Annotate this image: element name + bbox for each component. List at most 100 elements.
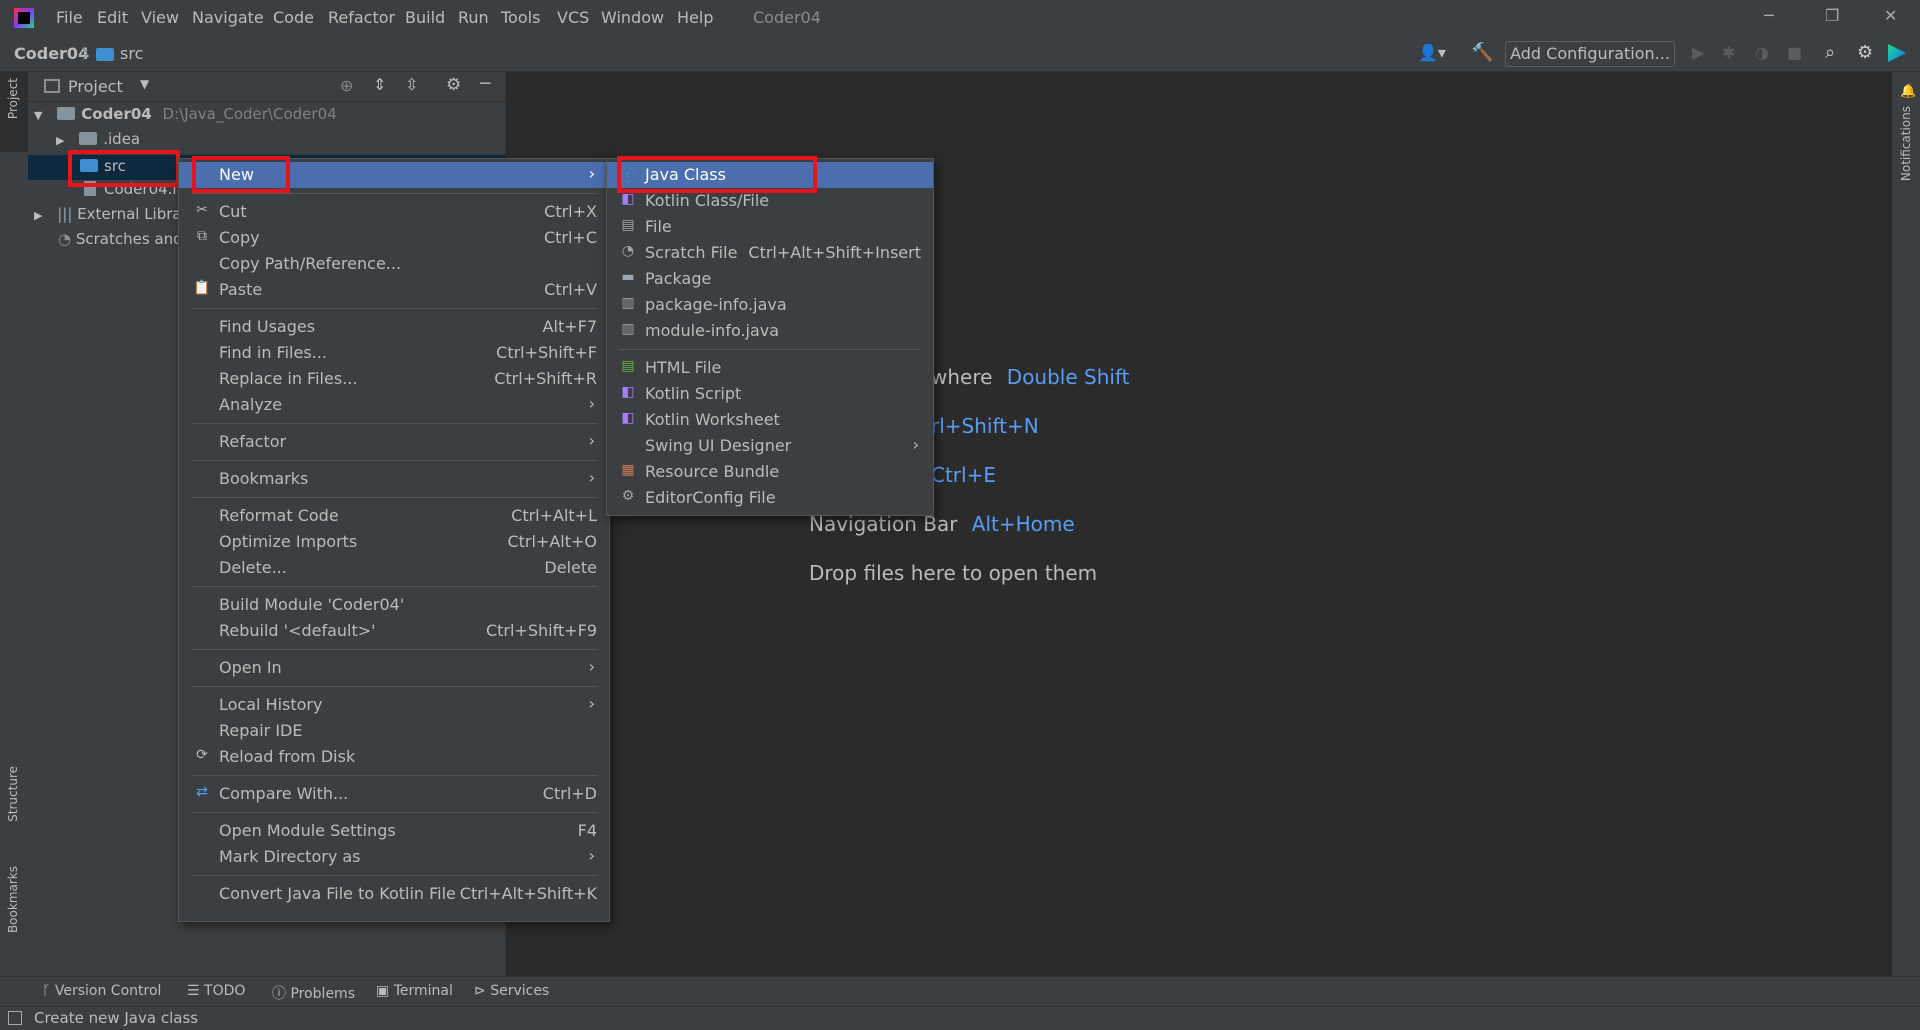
user-icon[interactable]: 👤▾ <box>1418 43 1446 62</box>
menu-item-convert-to-kotlin[interactable]: Convert Java File to Kotlin File Ctrl+Al… <box>179 881 609 907</box>
chevron-right-icon[interactable]: ▶ <box>56 134 64 147</box>
menu-item-module-settings-label: Open Module Settings <box>219 821 396 840</box>
menu-item-open-module-settings[interactable]: Open Module Settings F4 <box>179 818 609 844</box>
submenu-item-editorconfig[interactable]: ⚙ EditorConfig File <box>607 485 933 511</box>
submenu-item-package[interactable]: ▬ Package <box>607 266 933 292</box>
menu-item-find-in-files[interactable]: Find in Files... Ctrl+Shift+F <box>179 340 609 366</box>
menu-window[interactable]: Window <box>601 8 664 27</box>
menu-vcs[interactable]: VCS <box>557 8 589 27</box>
tree-row-external-libraries[interactable]: ▶ ||| External Libra <box>34 205 182 230</box>
services-tab[interactable]: ⊳ Services <box>474 983 549 999</box>
submenu-item-resource-bundle[interactable]: ▦ Resource Bundle <box>607 459 933 485</box>
menu-run[interactable]: Run <box>458 8 489 27</box>
gear-icon[interactable]: ⚙ <box>446 75 461 95</box>
chevron-down-icon[interactable]: ▼ <box>34 109 42 122</box>
terminal-tab[interactable]: ▣ Terminal <box>376 983 453 999</box>
menu-view[interactable]: View <box>141 8 179 27</box>
menu-item-repair-ide[interactable]: Repair IDE <box>179 718 609 744</box>
menu-item-copy-path[interactable]: Copy Path/Reference... <box>179 251 609 277</box>
structure-tool-tab[interactable]: Structure <box>0 762 28 842</box>
menu-item-cut[interactable]: ✂ Cut Ctrl+X <box>179 199 609 225</box>
menu-item-find-usages[interactable]: Find Usages Alt+F7 <box>179 314 609 340</box>
menu-item-refactor[interactable]: Refactor › <box>179 429 609 455</box>
menu-item-mark-directory-as[interactable]: Mark Directory as › <box>179 844 609 870</box>
breadcrumb-project[interactable]: Coder04 <box>14 44 89 63</box>
submenu-item-kotlin-worksheet[interactable]: ◧ Kotlin Worksheet <box>607 407 933 433</box>
submenu-item-kotlin-script[interactable]: ◧ Kotlin Script <box>607 381 933 407</box>
debug-icon[interactable]: ✱ <box>1722 43 1735 62</box>
breadcrumb-folder[interactable]: src <box>120 44 143 63</box>
menu-navigate[interactable]: Navigate <box>192 8 264 27</box>
notifications-bell-icon[interactable]: 🔔 <box>1900 84 1916 99</box>
branch-icon: ᚴ <box>42 983 55 999</box>
menu-item-open-in[interactable]: Open In › <box>179 655 609 681</box>
menu-tools[interactable]: Tools <box>501 8 540 27</box>
menu-item-copy[interactable]: ⧉ Copy Ctrl+C <box>179 225 609 251</box>
chevron-right-icon[interactable]: ▶ <box>34 209 42 222</box>
menu-build[interactable]: Build <box>405 8 445 27</box>
submenu-item-file[interactable]: ▤ File <box>607 214 933 240</box>
menu-item-build-module-label: Build Module 'Coder04' <box>219 595 405 614</box>
run-icon[interactable]: ▶ <box>1692 43 1704 62</box>
menu-item-replace-in-files[interactable]: Replace in Files... Ctrl+Shift+R <box>179 366 609 392</box>
menu-item-local-history[interactable]: Local History › <box>179 692 609 718</box>
restore-icon[interactable]: ❐ <box>1825 6 1839 25</box>
bookmarks-tool-tab[interactable]: Bookmarks <box>0 862 28 962</box>
submenu-item-swing-ui-designer[interactable]: Swing UI Designer › <box>607 433 933 459</box>
status-toggle-icon[interactable] <box>8 1011 22 1025</box>
jetbrains-toolbox-icon[interactable] <box>1888 44 1906 62</box>
build-hammer-icon[interactable]: 🔨 <box>1471 42 1493 63</box>
coverage-icon[interactable]: ◑ <box>1755 43 1769 62</box>
tree-scratches-label: Scratches and <box>75 230 183 248</box>
menu-item-paste[interactable]: 📋 Paste Ctrl+V <box>179 277 609 303</box>
menu-item-reload-label: Reload from Disk <box>219 747 356 766</box>
close-icon[interactable]: ✕ <box>1884 6 1897 25</box>
hide-icon[interactable]: ─ <box>480 74 490 94</box>
tree-row-scratches[interactable]: ◔ Scratches and <box>58 230 183 255</box>
problems-tab[interactable]: ⓘ Problems <box>272 983 355 1003</box>
menu-help[interactable]: Help <box>677 8 713 27</box>
menu-item-delete[interactable]: Delete... Delete <box>179 555 609 581</box>
scratches-icon: ◔ <box>58 230 72 248</box>
terminal-icon: ▣ <box>376 983 394 999</box>
todo-tab[interactable]: ☰ TODO <box>187 983 245 999</box>
notifications-tool-label[interactable]: Notifications <box>1899 106 1913 181</box>
separator <box>191 686 597 687</box>
chevron-down-icon[interactable]: ▼ <box>140 77 149 91</box>
submenu-item-html-file[interactable]: ▤ HTML File <box>607 355 933 381</box>
submenu-arrow-icon: › <box>588 164 595 183</box>
menu-refactor[interactable]: Refactor <box>328 8 395 27</box>
menu-item-rebuild[interactable]: Rebuild '<default>' Ctrl+Shift+F9 <box>179 618 609 644</box>
menu-item-build-module[interactable]: Build Module 'Coder04' <box>179 592 609 618</box>
project-tool-tab[interactable]: Project <box>0 72 28 152</box>
search-icon[interactable]: ⌕ <box>1825 42 1835 63</box>
menu-edit[interactable]: Edit <box>97 8 128 27</box>
menu-item-cut-label: Cut <box>219 202 247 221</box>
menu-item-optimize-imports[interactable]: Optimize Imports Ctrl+Alt+O <box>179 529 609 555</box>
settings-gear-icon[interactable]: ⚙ <box>1857 42 1873 63</box>
project-panel-title[interactable]: Project <box>68 77 123 96</box>
menu-item-analyze[interactable]: Analyze › <box>179 392 609 418</box>
menu-file[interactable]: File <box>56 8 83 27</box>
version-control-label: Version Control <box>54 983 162 999</box>
locate-icon[interactable]: ⊕ <box>340 76 353 95</box>
menu-code[interactable]: Code <box>273 8 314 27</box>
status-message: Create new Java class <box>34 1009 199 1027</box>
stop-icon[interactable]: ■ <box>1787 43 1802 62</box>
submenu-item-scratch-file[interactable]: ◔ Scratch File Ctrl+Alt+Shift+Insert <box>607 240 933 266</box>
menu-item-reload-from-disk[interactable]: ⟳ Reload from Disk <box>179 744 609 770</box>
submenu-package-info-label: package-info.java <box>645 295 787 314</box>
tree-row-root[interactable]: ▼ Coder04 D:\Java_Coder\Coder04 <box>34 105 337 130</box>
collapse-all-icon[interactable]: ⇳ <box>405 75 418 94</box>
gear-icon: ⚙ <box>621 488 635 504</box>
expand-all-icon[interactable]: ⇕ <box>373 75 386 94</box>
add-configuration-button[interactable]: Add Configuration... <box>1505 41 1675 67</box>
submenu-item-module-info[interactable]: ▥ module-info.java <box>607 318 933 344</box>
project-tool-label: Project <box>6 78 20 120</box>
menu-item-compare-with[interactable]: ⇄ Compare With... Ctrl+D <box>179 781 609 807</box>
minimize-icon[interactable]: ─ <box>1764 6 1774 25</box>
version-control-tab[interactable]: ᚴ Version Control <box>42 983 161 999</box>
menu-item-reformat-code[interactable]: Reformat Code Ctrl+Alt+L <box>179 503 609 529</box>
submenu-item-package-info[interactable]: ▥ package-info.java <box>607 292 933 318</box>
menu-item-bookmarks[interactable]: Bookmarks › <box>179 466 609 492</box>
